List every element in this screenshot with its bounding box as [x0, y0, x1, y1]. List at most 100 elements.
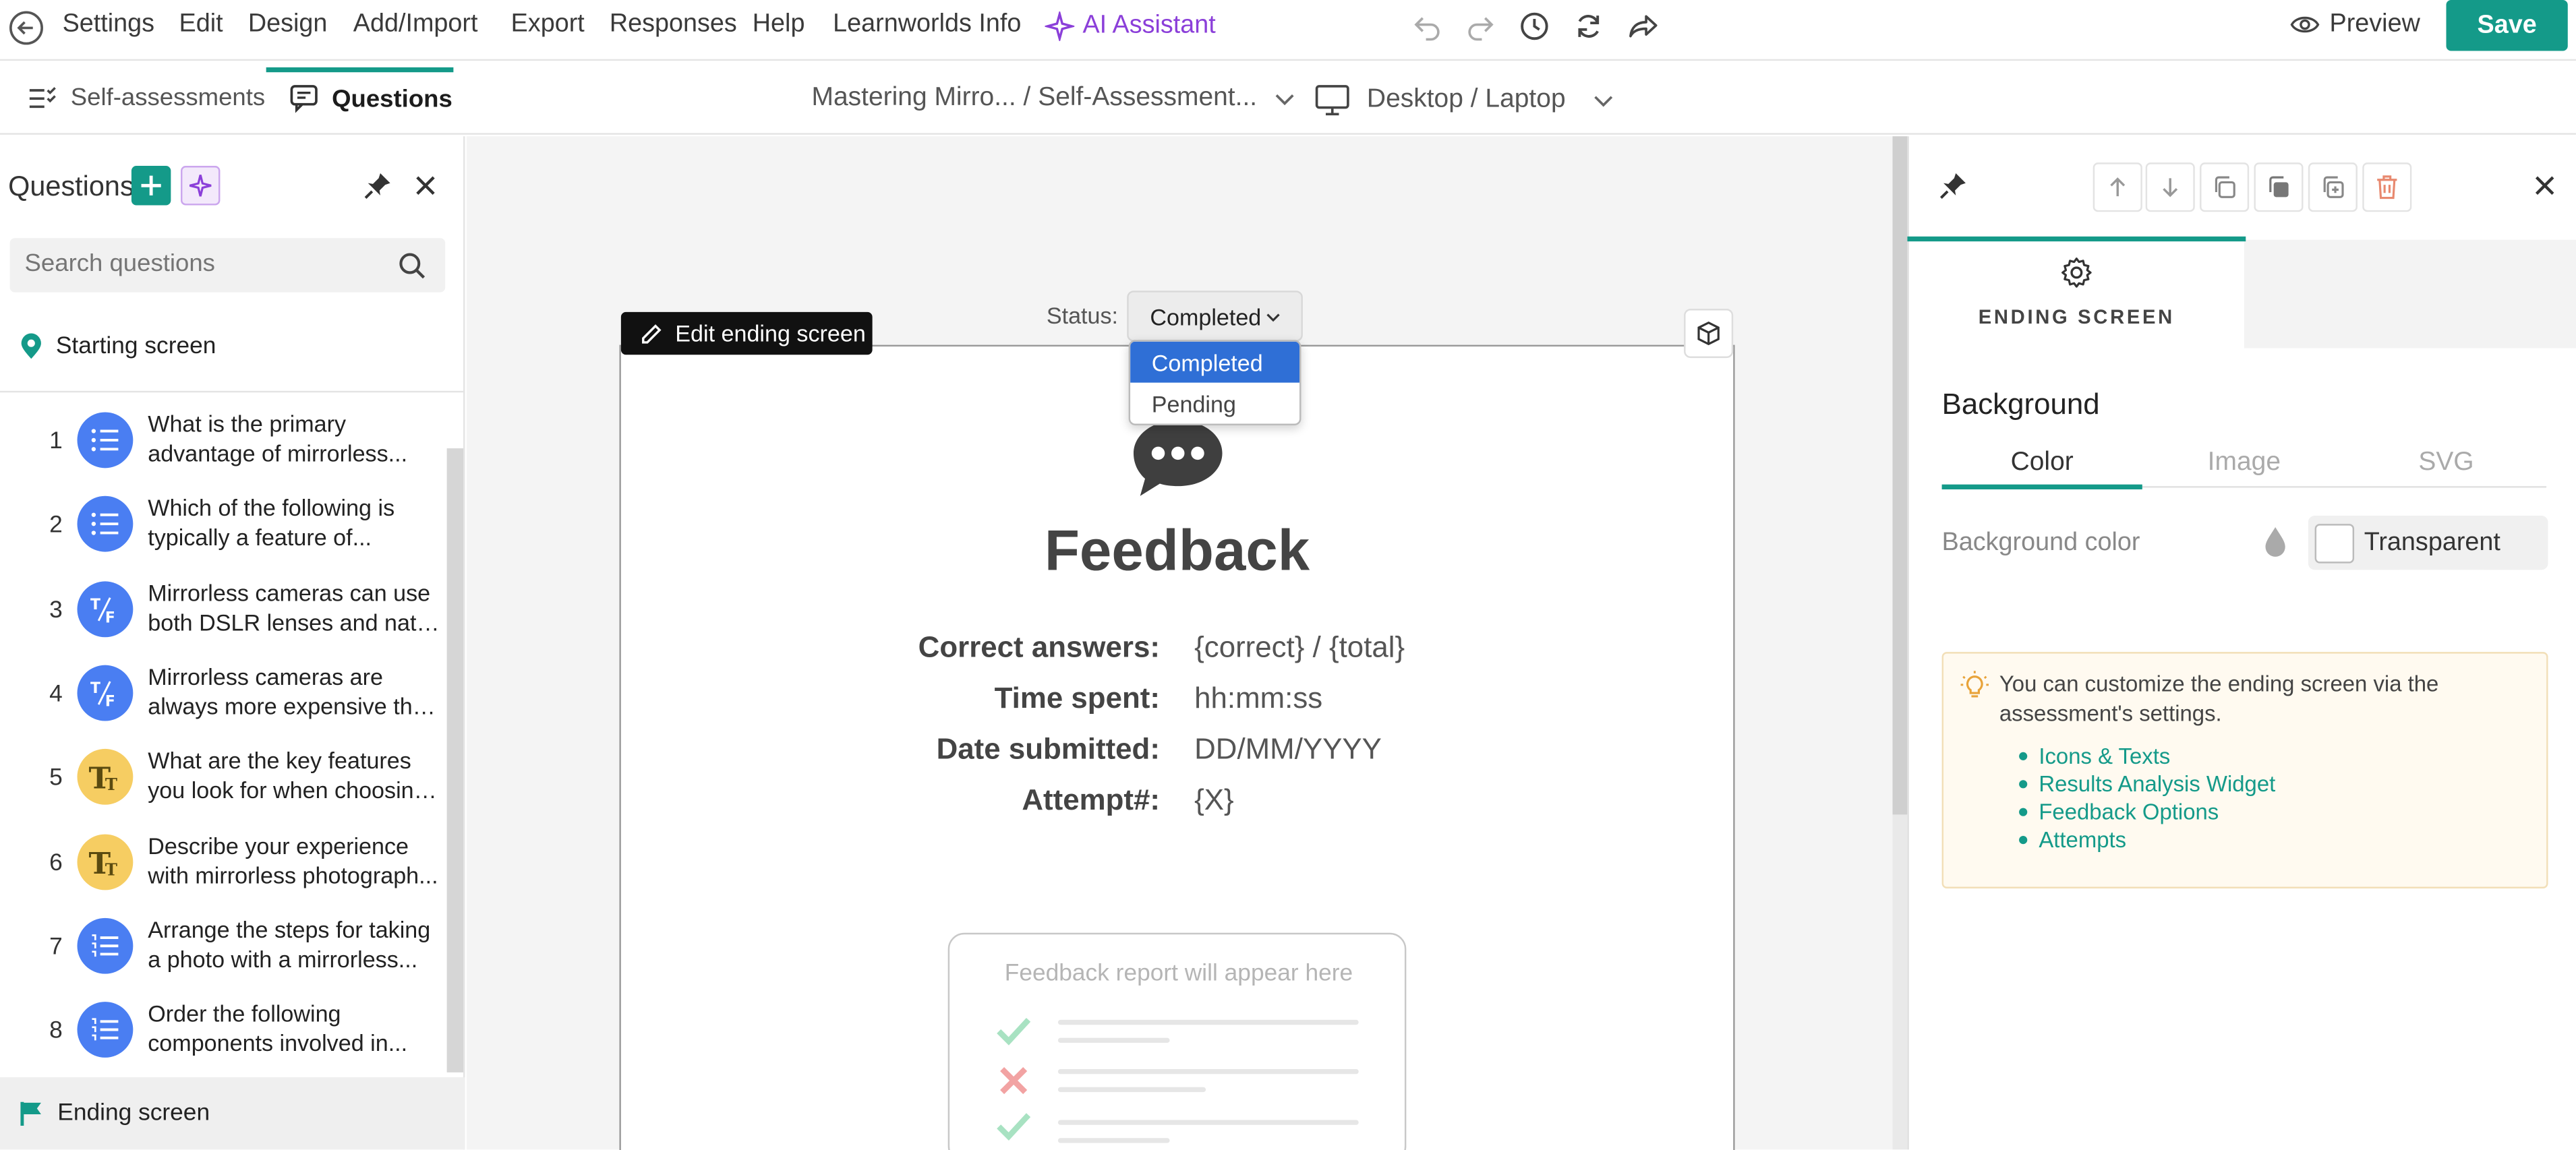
duplicate-button[interactable]: [2254, 162, 2304, 212]
question-text-line: Describe your experience: [148, 831, 409, 858]
menu-help[interactable]: Help: [753, 10, 805, 40]
status-select[interactable]: Completed: [1127, 291, 1303, 342]
breadcrumb[interactable]: Mastering Mirro... / Self-Assessment...: [811, 84, 1296, 113]
questions-sidebar: Questions Starting screen 1 What is the p…: [0, 136, 465, 1150]
refresh-icon[interactable]: [1572, 10, 1605, 43]
question-text-line: Which of the following is: [148, 495, 395, 521]
tab-self-assessments-label: Self-assessments: [70, 84, 266, 112]
edit-ending-screen-button[interactable]: Edit ending screen: [620, 311, 873, 355]
edit-ending-screen-label: Edit ending screen: [675, 320, 866, 347]
cube-icon-button[interactable]: [1684, 309, 1734, 359]
tab-ending-screen[interactable]: ENDING SCREEN: [1907, 305, 2246, 328]
search-icon[interactable]: [398, 251, 428, 281]
back-icon[interactable]: [8, 10, 45, 47]
ordered-list-icon: [77, 917, 134, 974]
save-button[interactable]: Save: [2446, 0, 2568, 51]
canvas-scrollbar-thumb[interactable]: [1892, 136, 1908, 815]
question-list-item[interactable]: 2 Which of the following is typically a fe…: [0, 488, 444, 572]
device-label: Desktop / Laptop: [1366, 85, 1566, 114]
report-line: [1057, 1120, 1359, 1125]
text-icon: TT: [77, 833, 134, 890]
question-number: 2: [49, 512, 63, 539]
gear-icon[interactable]: [2060, 256, 2093, 289]
question-list-item[interactable]: 3 T F Mirrorless cameras can use both DSLR l…: [0, 572, 444, 656]
tab-questions-label: Questions: [332, 84, 452, 113]
background-color-label: Background color: [1941, 528, 2140, 557]
menu-responses[interactable]: Responses: [610, 10, 737, 40]
attempt-value: {X}: [1194, 783, 1234, 816]
question-chat-icon: [289, 84, 319, 113]
panel-tab-indicator: [1907, 236, 2246, 242]
close-icon[interactable]: [2534, 174, 2556, 197]
drop-icon[interactable]: [2262, 526, 2289, 559]
segment-color[interactable]: Color: [1942, 448, 2142, 478]
link-feedback-options[interactable]: Feedback Options: [2019, 799, 2219, 824]
sidebar-scrollbar[interactable]: [446, 448, 464, 1072]
menu-edit[interactable]: Edit: [179, 10, 223, 40]
add-copy-button[interactable]: [2308, 162, 2358, 212]
question-list-item[interactable]: 1 What is the primary advantage of mirrorl…: [0, 404, 444, 487]
delete-button[interactable]: [2362, 162, 2412, 212]
segment-image[interactable]: Image: [2144, 448, 2344, 478]
segment-svg[interactable]: SVG: [2346, 448, 2546, 478]
link-attempts-label: Attempts: [2039, 827, 2127, 853]
question-list-item[interactable]: 6 T T Describe your experience with mirrorle…: [0, 825, 444, 909]
time-spent-label: Time spent:: [994, 682, 1160, 715]
question-text-line: Mirrorless cameras are: [148, 663, 383, 690]
add-question-button[interactable]: [131, 166, 171, 206]
pencil-icon: [641, 323, 662, 344]
tab-questions[interactable]: Questions: [289, 84, 452, 113]
background-color-picker[interactable]: Transparent: [2308, 515, 2548, 570]
question-text-line: both DSLR lenses and nativ...: [148, 608, 440, 635]
question-list-item[interactable]: 8 Order the following components involved …: [0, 994, 444, 1077]
preview-label: Preview: [2329, 9, 2420, 38]
panel-tab-empty: [2244, 239, 2576, 349]
status-option-completed[interactable]: Completed: [1130, 341, 1300, 383]
duplicate-icon: [2266, 174, 2292, 200]
starting-screen-item[interactable]: Starting screen: [20, 333, 216, 360]
breadcrumb-text: Mastering Mirro... / Self-Assessment...: [811, 84, 1258, 112]
history-icon[interactable]: [1518, 10, 1551, 43]
menu-settings[interactable]: Settings: [63, 10, 154, 40]
tab-self-assessments[interactable]: Self-assessments: [28, 84, 266, 112]
menu-export[interactable]: Export: [511, 10, 585, 40]
add-copy-icon: [2320, 174, 2346, 200]
undo-icon[interactable]: [1411, 10, 1444, 43]
link-attempts[interactable]: Attempts: [2019, 828, 2126, 853]
feedback-title: Feedback: [1044, 518, 1310, 583]
question-list-item[interactable]: 4 T F Mirrorless cameras are always more exp…: [0, 657, 444, 740]
report-line: [1057, 1068, 1359, 1075]
ai-assistant-button[interactable]: AI Assistant: [1045, 11, 1216, 41]
menu-design[interactable]: Design: [248, 10, 328, 40]
link-icons-texts[interactable]: Icons & Texts: [2019, 744, 2170, 769]
menu-learnworlds-info[interactable]: Learnworlds Info: [833, 10, 1021, 40]
move-up-button[interactable]: [2092, 162, 2142, 212]
question-text-line: Arrange the steps for taking: [148, 915, 431, 942]
question-text: Which of the following is typically a fea…: [148, 493, 440, 553]
tip-box: You can customize the ending screen via …: [1941, 652, 2548, 888]
preview-button[interactable]: Preview: [2290, 10, 2420, 40]
link-feedback-options-label: Feedback Options: [2039, 799, 2219, 824]
chat-bubble-icon: [1130, 415, 1225, 501]
question-number: 3: [49, 597, 63, 624]
svg-text:F: F: [105, 693, 115, 709]
list-icon: [77, 496, 134, 553]
pin-icon[interactable]: [1939, 171, 1968, 200]
question-number: 1: [49, 428, 63, 455]
question-list-item[interactable]: 5 T T What are the key features you look for…: [0, 741, 444, 824]
menu-add-import[interactable]: Add/Import: [353, 10, 478, 40]
correct-answers-value: {correct} / {total}: [1194, 630, 1405, 664]
status-option-pending[interactable]: Pending: [1130, 383, 1299, 424]
copy-button[interactable]: [2200, 162, 2250, 212]
share-icon[interactable]: [1627, 10, 1660, 43]
close-icon[interactable]: [414, 174, 437, 197]
move-down-button[interactable]: [2145, 162, 2195, 212]
ending-screen-item[interactable]: Ending screen: [0, 1077, 465, 1150]
device-selector[interactable]: Desktop / Laptop: [1314, 84, 1615, 117]
redo-icon[interactable]: [1464, 10, 1497, 43]
search-input[interactable]: [24, 249, 386, 278]
pin-icon[interactable]: [363, 171, 392, 200]
ai-generate-button[interactable]: [180, 166, 221, 206]
link-results-analysis-widget[interactable]: Results Analysis Widget: [2019, 772, 2275, 797]
question-list-item[interactable]: 7 Arrange the steps for taking a photo wit…: [0, 909, 444, 993]
